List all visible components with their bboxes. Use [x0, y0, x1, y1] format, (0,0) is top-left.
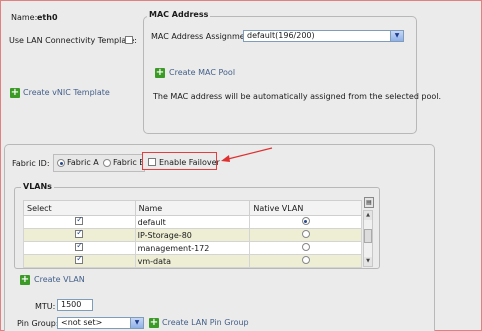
add-icon: + [10, 87, 20, 98]
annotation-arrow-icon [221, 147, 273, 162]
fabric-a-radio[interactable] [57, 159, 65, 167]
name-label: Name: [11, 13, 38, 22]
vlans-legend: VLANs [21, 182, 54, 191]
column-chooser-icon[interactable]: ▤ [364, 197, 374, 208]
create-lan-pin-group-label: Create LAN Pin Group [162, 318, 249, 327]
pin-group-select[interactable]: <not set> ▼ [57, 317, 144, 329]
mac-assignment-value: default(196/200) [247, 31, 315, 40]
native-vlan-radio[interactable] [301, 256, 310, 264]
vlan-table: Select Name Native VLAN default IP-Stora… [23, 200, 362, 268]
enable-failover-label: Enable Failover [159, 158, 220, 167]
create-vnic-template-label: Create vNIC Template [23, 88, 110, 97]
table-row[interactable]: IP-Storage-80 [23, 228, 362, 242]
chevron-down-icon: ▼ [130, 318, 143, 328]
lan-template-label: Use LAN Connectivity Template: [9, 36, 137, 45]
fabric-b-radio[interactable] [103, 159, 111, 167]
vlan-name-cell: management-172 [134, 241, 251, 255]
fabric-id-label: Fabric ID: [12, 159, 50, 168]
vlan-select-checkbox[interactable] [75, 254, 84, 264]
vlan-name-cell: IP-Storage-80 [134, 228, 251, 242]
vlan-name-cell: default [134, 215, 251, 229]
enable-failover-checkbox[interactable] [148, 158, 156, 166]
chevron-down-icon: ▼ [390, 31, 403, 41]
scroll-down-icon[interactable]: ▼ [364, 257, 372, 266]
lan-template-checkbox[interactable] [125, 36, 133, 44]
mac-assignment-select[interactable]: default(196/200) ▼ [243, 30, 404, 42]
create-vlan-label: Create VLAN [34, 275, 85, 284]
pin-group-label: Pin Group: [17, 319, 59, 328]
column-header-name[interactable]: Name [134, 200, 251, 216]
vlan-select-checkbox[interactable] [75, 215, 84, 225]
vlan-select-checkbox[interactable] [75, 228, 84, 238]
column-header-native-vlan[interactable]: Native VLAN [249, 200, 362, 216]
mac-assignment-label: MAC Address Assignment: [151, 32, 256, 41]
scroll-thumb[interactable] [364, 229, 372, 243]
table-row[interactable]: management-172 [23, 241, 362, 255]
add-icon: + [155, 67, 165, 78]
native-vlan-radio[interactable] [301, 217, 310, 225]
name-value: eth0 [37, 13, 58, 22]
scroll-up-icon[interactable]: ▲ [364, 211, 372, 220]
native-vlan-radio[interactable] [301, 230, 310, 238]
add-icon: + [20, 274, 30, 285]
mac-note: The MAC address will be automatically as… [153, 92, 442, 101]
mtu-field[interactable]: 1500 [57, 299, 93, 311]
mac-address-legend: MAC Address [147, 10, 211, 19]
table-row[interactable]: default [23, 215, 362, 229]
table-row[interactable]: vm-data [23, 254, 362, 268]
pin-group-value: <not set> [61, 318, 103, 327]
native-vlan-radio[interactable] [301, 243, 310, 251]
vlan-table-scrollbar[interactable]: ▲ ▼ [363, 210, 373, 267]
add-icon: + [149, 317, 159, 328]
column-header-select[interactable]: Select [23, 200, 136, 216]
mtu-label: MTU: [35, 302, 56, 311]
fabric-a-label: Fabric A [67, 158, 99, 167]
vlan-name-cell: vm-data [134, 254, 251, 268]
fabric-b-label: Fabric B [113, 158, 145, 167]
create-mac-pool-label: Create MAC Pool [169, 68, 236, 77]
vlan-select-checkbox[interactable] [75, 241, 84, 251]
